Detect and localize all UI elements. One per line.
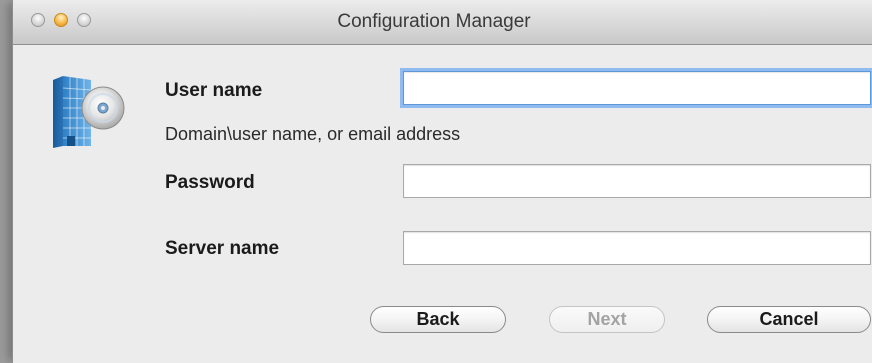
configuration-manager-window: Configuration Manager User name Domain\u… bbox=[12, 0, 872, 363]
title-bar[interactable]: Configuration Manager bbox=[13, 0, 872, 45]
password-input[interactable] bbox=[403, 164, 871, 198]
configuration-manager-icon bbox=[53, 76, 125, 148]
username-label: User name bbox=[165, 80, 263, 101]
cancel-button[interactable]: Cancel bbox=[707, 306, 871, 333]
username-hint: Domain\user name, or email address bbox=[165, 124, 461, 144]
server-name-label: Server name bbox=[165, 238, 280, 259]
next-button[interactable]: Next bbox=[549, 306, 665, 333]
window-title: Configuration Manager bbox=[337, 11, 531, 32]
username-input[interactable] bbox=[403, 71, 871, 105]
password-label: Password bbox=[165, 172, 255, 193]
server-name-input[interactable] bbox=[403, 231, 871, 265]
back-button[interactable]: Back bbox=[370, 306, 506, 333]
